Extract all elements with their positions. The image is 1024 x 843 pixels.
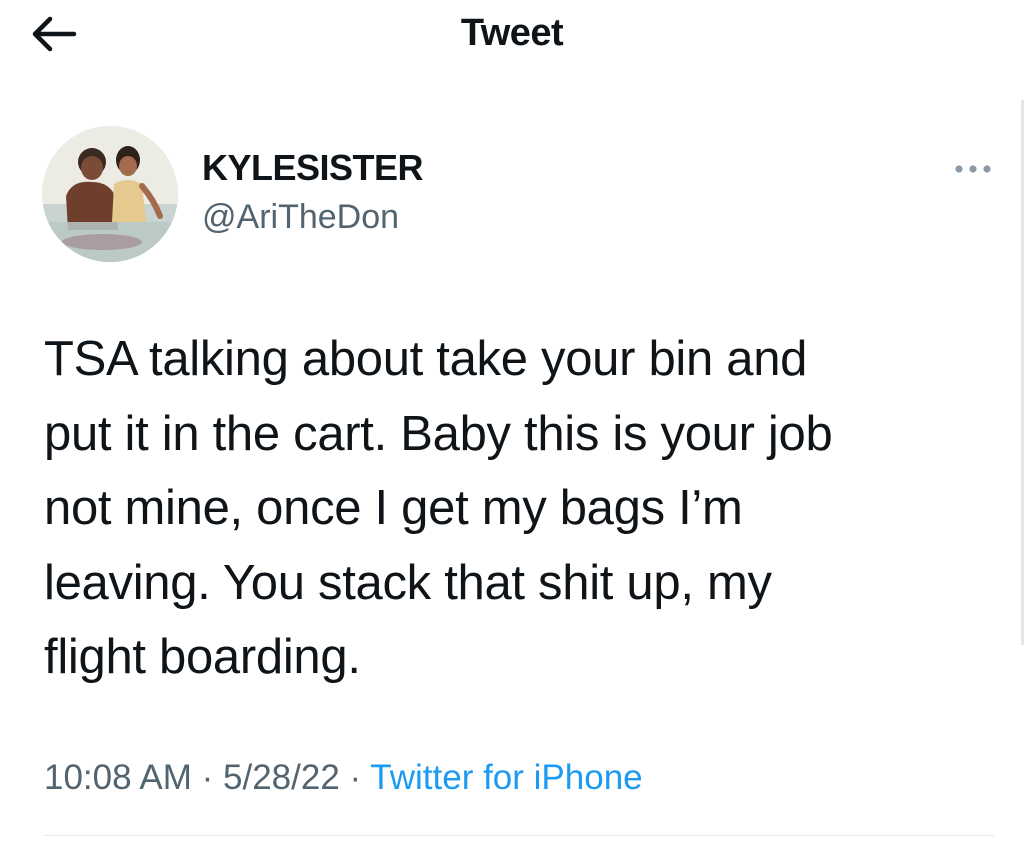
tweet-text-line: not mine, once I get my bags I’m bbox=[44, 481, 743, 535]
avatar[interactable] bbox=[42, 126, 178, 262]
tweet-text-line: TSA talking about take your bin and bbox=[44, 332, 808, 386]
meta-separator: · bbox=[201, 758, 214, 797]
tweet-text-line: leaving. You stack that shit up, my bbox=[44, 555, 772, 610]
tweet: KYLESISTER @AriTheDon TSA talking about … bbox=[0, 0, 1024, 843]
more-options-button[interactable] bbox=[950, 156, 996, 182]
tweet-text: TSA talking about take your bin and put … bbox=[44, 322, 994, 695]
author-handle[interactable]: @AriTheDon bbox=[202, 197, 399, 237]
divider bbox=[44, 835, 994, 836]
tweet-metadata: 10:08 AM · 5/28/22 · Twitter for iPhone bbox=[44, 756, 643, 800]
tweet-source-link[interactable]: Twitter for iPhone bbox=[370, 758, 642, 797]
meta-separator: · bbox=[349, 758, 362, 797]
more-horizontal-icon bbox=[953, 163, 993, 175]
tweet-text-line: put it in the cart. Baby this is your jo… bbox=[44, 406, 833, 461]
tweet-text-line: flight boarding. bbox=[44, 630, 361, 684]
tweet-date[interactable]: 5/28/22 bbox=[223, 758, 340, 797]
author-display-name[interactable]: KYLESISTER bbox=[202, 147, 424, 189]
tweet-time[interactable]: 10:08 AM bbox=[44, 758, 192, 797]
